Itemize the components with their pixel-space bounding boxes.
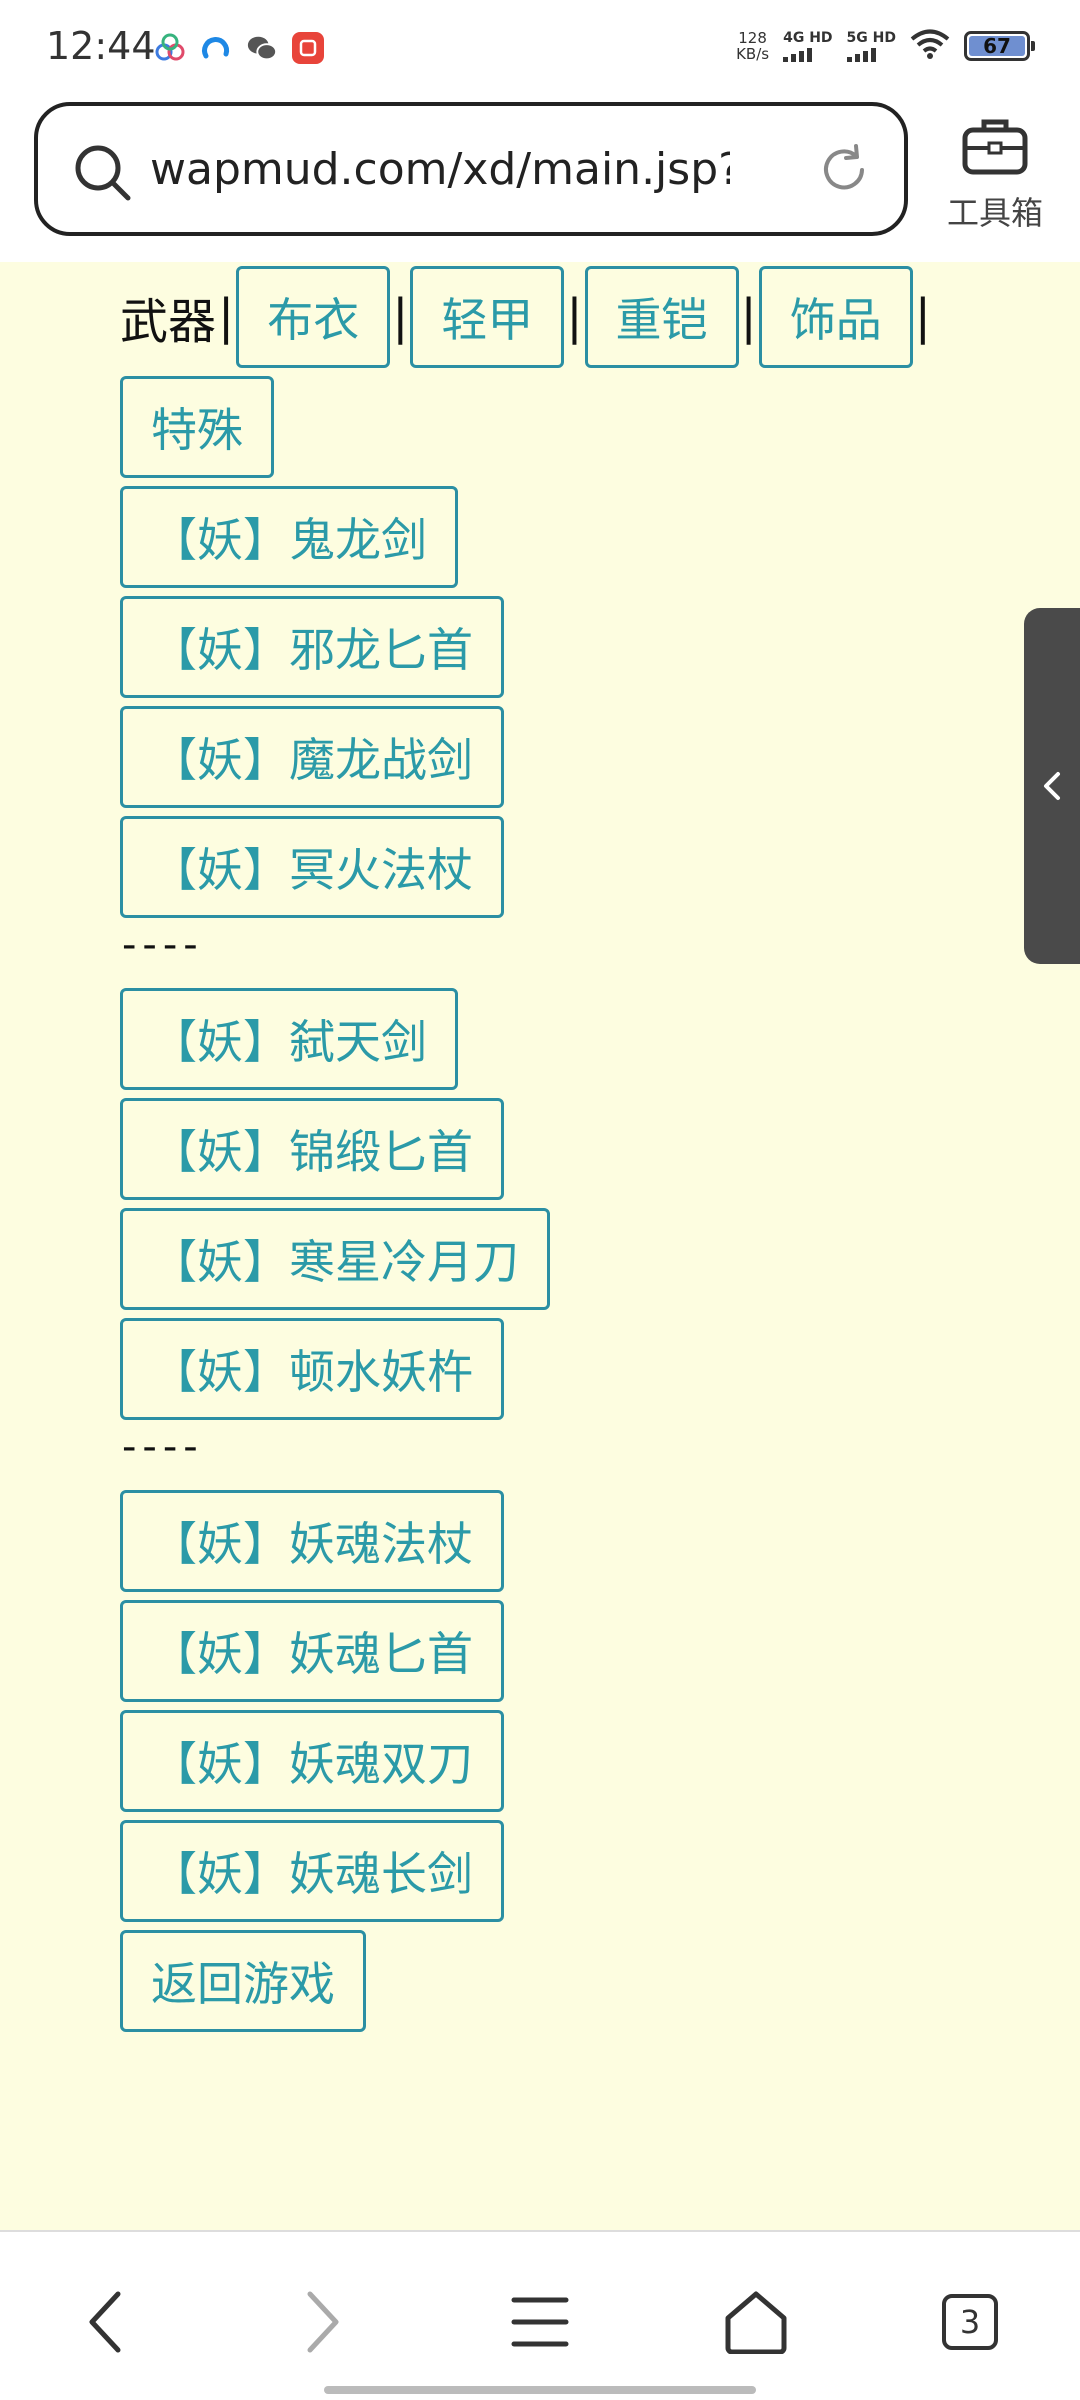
notification-icons — [154, 32, 324, 64]
weapon-link[interactable]: 【妖】顿水妖杵 — [120, 1318, 504, 1420]
weapon-link[interactable]: 【妖】冥火法杖 — [120, 816, 504, 918]
status-right: 128 KB/s 4G HD 5G HD 67 — [736, 28, 1035, 64]
home-button[interactable] — [716, 2282, 796, 2362]
menu-icon — [511, 2297, 569, 2347]
weapon-link[interactable]: 【妖】邪龙匕首 — [120, 596, 504, 698]
wifi-icon — [910, 28, 950, 64]
divider: ---- — [122, 1424, 204, 1470]
sim1-signal-icon: 4G HD — [783, 30, 833, 62]
back-button[interactable] — [66, 2282, 146, 2362]
weapon-link[interactable]: 【妖】弑天剑 — [120, 988, 458, 1090]
browser-toolbar: wapmud.com/xd/main.jsp?_… 工具箱 — [0, 100, 1080, 262]
status-bar: 12:44 128 KB/s 4G HD 5G HD 67 — [0, 0, 1080, 100]
bottom-navigation: 3 — [0, 2230, 1080, 2400]
wechat-icon — [246, 32, 278, 64]
sim2-signal-icon: 5G HD — [846, 30, 896, 62]
category-teshu[interactable]: 特殊 — [120, 376, 274, 478]
separator: | — [218, 289, 235, 345]
status-time: 12:44 — [46, 24, 156, 68]
back-arrow-icon — [89, 2291, 121, 2353]
category-shipin[interactable]: 饰品 — [758, 266, 913, 368]
toolbox-button[interactable]: 工具箱 — [940, 114, 1050, 234]
separator: | — [914, 289, 931, 345]
home-icon — [725, 2291, 787, 2354]
separator: | — [740, 289, 757, 345]
reload-icon[interactable] — [816, 142, 872, 198]
toolbox-icon — [962, 119, 1028, 175]
baidu-netdisk-icon — [154, 32, 186, 64]
separator: | — [566, 289, 583, 345]
network-speed: 128 KB/s — [736, 29, 770, 63]
weapon-link[interactable]: 【妖】妖魂法杖 — [120, 1490, 504, 1592]
address-bar[interactable]: wapmud.com/xd/main.jsp?_… — [34, 102, 908, 236]
divider: ---- — [122, 922, 204, 968]
separator: | — [392, 289, 409, 345]
current-category: 武器 — [120, 294, 217, 350]
category-buyi[interactable]: 布衣 — [236, 266, 391, 368]
search-icon — [75, 145, 131, 201]
side-panel-handle[interactable] — [1024, 608, 1080, 964]
weapon-link[interactable]: 【妖】鬼龙剑 — [120, 486, 458, 588]
weapon-link[interactable]: 【妖】寒星冷月刀 — [120, 1208, 550, 1310]
category-row: 武器 | 布衣 | 轻甲 | 重铠 | 饰品 | — [120, 266, 933, 368]
category-qingjia[interactable]: 轻甲 — [410, 266, 565, 368]
weapon-link[interactable]: 【妖】妖魂长剑 — [120, 1820, 504, 1922]
home-indicator[interactable] — [324, 2386, 756, 2394]
red-app-icon — [292, 32, 324, 64]
battery-level: 67 — [969, 34, 1025, 58]
battery-icon: 67 — [964, 31, 1035, 61]
weapon-link[interactable]: 【妖】妖魂双刀 — [120, 1710, 504, 1812]
weapon-link[interactable]: 【妖】锦缎匕首 — [120, 1098, 504, 1200]
weapon-link[interactable]: 【妖】魔龙战剑 — [120, 706, 504, 808]
browser-app-icon — [200, 32, 232, 64]
toolbox-label: 工具箱 — [946, 194, 1043, 232]
tab-count: 3 — [942, 2294, 998, 2350]
forward-arrow-icon — [307, 2291, 339, 2353]
category-zhongkai[interactable]: 重铠 — [584, 266, 739, 368]
chevron-left-icon — [1044, 772, 1060, 800]
forward-button[interactable] — [282, 2282, 362, 2362]
tabs-button[interactable]: 3 — [930, 2282, 1010, 2362]
page-content: 武器 | 布衣 | 轻甲 | 重铠 | 饰品 | 特殊 【妖】鬼龙剑 【妖】邪龙… — [0, 262, 1080, 2230]
menu-button[interactable] — [500, 2282, 580, 2362]
url-text[interactable]: wapmud.com/xd/main.jsp?_… — [150, 144, 730, 195]
return-game-button[interactable]: 返回游戏 — [120, 1930, 366, 2032]
weapon-link[interactable]: 【妖】妖魂匕首 — [120, 1600, 504, 1702]
